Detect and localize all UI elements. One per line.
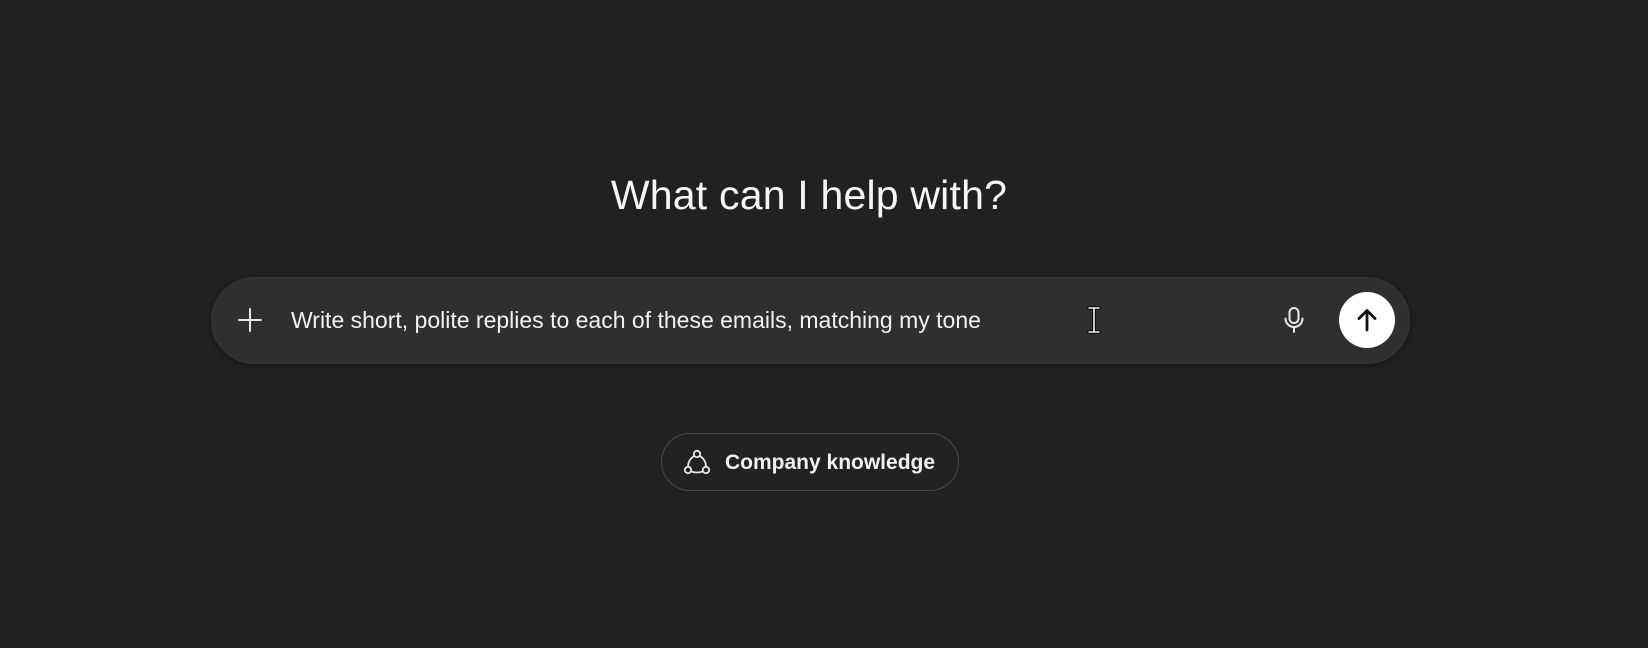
voice-input-button[interactable] bbox=[1278, 304, 1310, 336]
company-knowledge-label: Company knowledge bbox=[725, 451, 936, 474]
send-button[interactable] bbox=[1339, 292, 1395, 348]
microphone-icon bbox=[1284, 307, 1304, 333]
plus-icon bbox=[238, 308, 262, 332]
company-knowledge-button[interactable]: Company knowledge bbox=[661, 433, 959, 491]
arrow-up-icon bbox=[1357, 309, 1377, 332]
prompt-input[interactable]: Write short, polite replies to each of t… bbox=[291, 297, 1091, 343]
prompt-composer: Write short, polite replies to each of t… bbox=[211, 277, 1410, 364]
connected-nodes-icon bbox=[683, 449, 711, 475]
text-cursor-icon bbox=[1087, 306, 1101, 334]
add-attachment-button[interactable] bbox=[235, 305, 265, 335]
page-title: What can I help with? bbox=[610, 172, 1008, 218]
